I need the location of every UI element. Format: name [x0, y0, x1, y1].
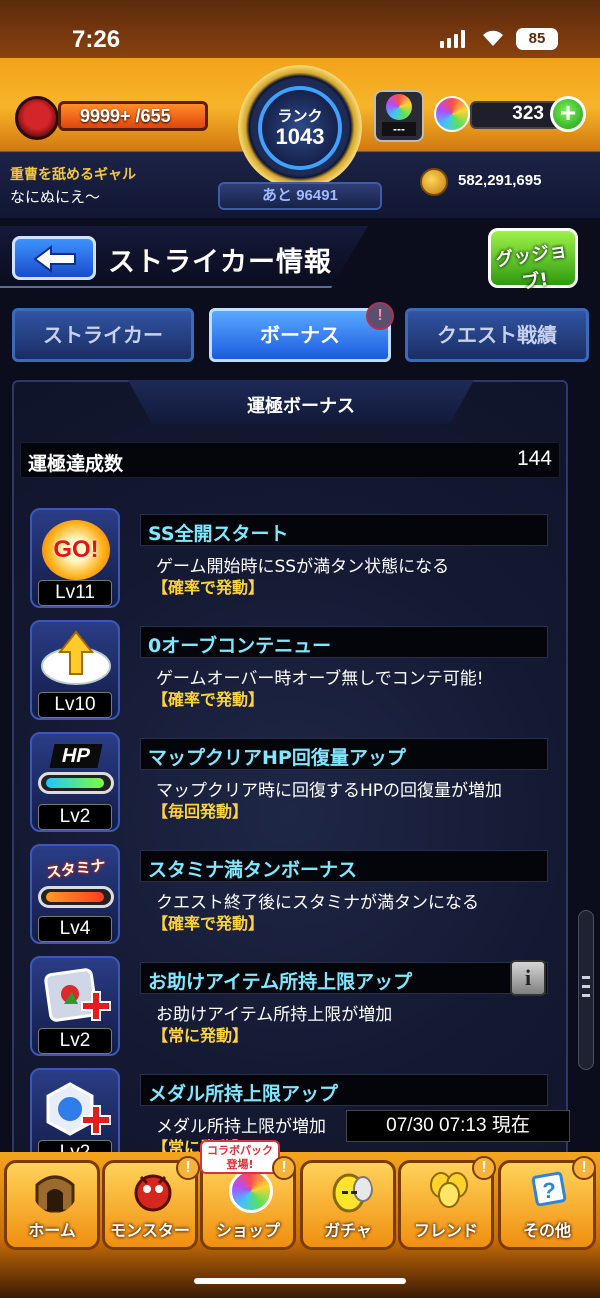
orb-count: 323 [512, 103, 544, 124]
bonus-trigger: 【毎回発動】 [152, 802, 249, 821]
nav-label: モンスター [110, 1221, 190, 1240]
rank-label: ランク [277, 107, 323, 125]
orb-icon [434, 96, 470, 132]
bonus-item: Lv2 お助けアイテム所持上限アップ i お助けアイテム所持上限が増加 【常に発… [30, 956, 560, 1066]
bonus-trigger: 【確率で発動】 [152, 690, 265, 709]
dragon-icon [134, 1174, 172, 1212]
hp-gauge-icon: HP [38, 744, 114, 802]
tab-quest-record[interactable]: クエスト戦績 [405, 308, 589, 362]
bonus-trigger: 【常に発動】 [152, 1026, 249, 1045]
bonus-item: Lv10 0オーブコンテニュー ゲームオーバー時オーブ無しでコンテ可能! 【確率… [30, 620, 560, 730]
back-arrow-icon [33, 245, 76, 273]
completion-count-label: 運極達成数 [28, 453, 124, 475]
bonus-title: スタミナ満タンボーナス [148, 859, 358, 881]
collab-banner[interactable]: コラボパック登場! [200, 1140, 280, 1174]
bonus-trigger: 【確率で発動】 [152, 914, 265, 933]
wifi-icon [483, 30, 503, 46]
bonus-item: GO! Lv11 SS全開スタート ゲーム開始時にSSが満タン状態になる 【確率… [30, 508, 560, 618]
home-indicator[interactable] [194, 1278, 406, 1284]
bonus-title: SS全開スタート [148, 523, 289, 545]
bonus-item: HP Lv2 マップクリアHP回復量アップ マップクリア時に回復するHPの回復量… [30, 732, 560, 842]
gate-icon [35, 1175, 75, 1213]
nav-label: ホーム [28, 1221, 76, 1240]
status-bar: 7:26 85 [0, 0, 600, 58]
section-title: 運極ボーナス [247, 396, 355, 417]
bonus-level: Lv4 [38, 916, 112, 942]
balloons-icon [430, 1172, 468, 1208]
nav-other-badge: ! [572, 1156, 596, 1180]
go-burst-icon: GO! [42, 520, 110, 580]
nav-home[interactable]: ホーム [4, 1160, 100, 1250]
egg-icon [332, 1173, 373, 1213]
coin-icon [420, 168, 448, 196]
exp-to-next: あと 96491 [218, 182, 382, 210]
item-slot[interactable]: --- [374, 90, 424, 142]
rank-value: 1043 [275, 124, 325, 149]
winged-arrow-icon [41, 630, 111, 685]
tab-bonus[interactable]: ボーナス [209, 308, 391, 362]
tab-bonus-badge: ! [366, 302, 394, 330]
item-orb-icon [386, 94, 412, 120]
back-button[interactable] [12, 236, 96, 280]
item-slot-value: --- [382, 122, 416, 136]
user-name: なにぬにえ〜 [10, 188, 101, 206]
stamina-gauge-icon: スタミナ [38, 856, 114, 914]
battery-icon: 85 [516, 28, 558, 50]
svg-text:?: ? [542, 1178, 555, 1203]
timestamp: 07/30 07:13 現在 [346, 1110, 570, 1142]
nav-monster-badge: ! [176, 1156, 200, 1180]
bonus-trigger: 【確率で発動】 [152, 578, 265, 597]
page-title: ストライカー情報 [108, 247, 332, 278]
bonus-title: 0オーブコンテニュー [148, 635, 332, 657]
nav-label: その他 [522, 1221, 571, 1240]
info-button[interactable]: i [510, 960, 546, 996]
coin-value: 582,291,695 [458, 172, 542, 189]
bonus-title: メダル所持上限アップ [148, 1083, 339, 1105]
bonus-level: Lv11 [38, 580, 112, 606]
stamina-icon [15, 96, 59, 140]
nav-label: ガチャ [324, 1221, 372, 1240]
bonus-level: Lv2 [38, 1028, 112, 1054]
stamina-value: 9999+ /655 [80, 106, 171, 126]
nav-shop-badge: ! [272, 1156, 296, 1180]
scroll-grip-icon [582, 976, 590, 997]
nav-gacha[interactable]: ガチャ [300, 1160, 396, 1250]
helper-item-plus-icon [44, 968, 111, 1022]
good-job-button[interactable]: グッジョブ! [488, 228, 578, 294]
status-time: 7:26 [72, 26, 121, 53]
completion-count-value: 144 [516, 447, 552, 470]
signal-icon [440, 30, 465, 48]
medal-plus-icon [46, 1082, 111, 1136]
bonus-title: マップクリアHP回復量アップ [148, 747, 406, 769]
nav-friend-badge: ! [472, 1156, 496, 1180]
bonus-item: スタミナ Lv4 スタミナ満タンボーナス クエスト終了後にスタミナが満タンになる… [30, 844, 560, 954]
bonus-level: Lv2 [38, 804, 112, 830]
buy-orb-button[interactable]: + [550, 96, 586, 132]
tab-striker[interactable]: ストライカー [12, 308, 194, 362]
hp-icon-label: HP [49, 744, 103, 768]
rainbow-orb-icon [229, 1169, 273, 1213]
bonus-title: お助けアイテム所持上限アップ [148, 971, 413, 993]
user-title: 重曹を舐めるギャル [10, 167, 136, 183]
nav-label: フレンド [413, 1221, 478, 1240]
stamina-icon-label: スタミナ [44, 855, 107, 883]
bonus-level: Lv2 [38, 1140, 112, 1152]
question-box-icon: ? [531, 1171, 567, 1207]
nav-label: ショップ [215, 1221, 280, 1240]
bonus-level: Lv10 [38, 692, 112, 718]
